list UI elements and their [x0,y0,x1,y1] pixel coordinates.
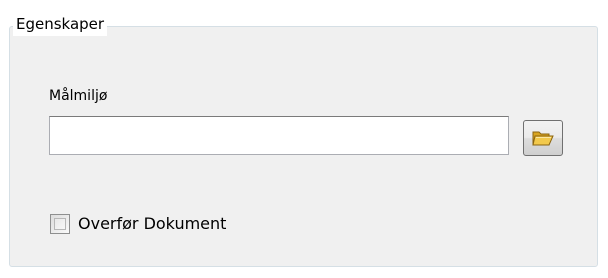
transfer-document-option[interactable]: Overfør Dokument [50,213,226,235]
transfer-document-checkbox[interactable] [50,214,70,234]
target-environment-input[interactable] [49,116,509,155]
target-environment-label: Målmiljø [49,88,108,104]
group-title: Egenskaper [13,12,108,36]
folder-open-icon [531,128,555,148]
browse-button[interactable] [523,120,563,156]
transfer-document-label: Overfør Dokument [78,214,227,233]
